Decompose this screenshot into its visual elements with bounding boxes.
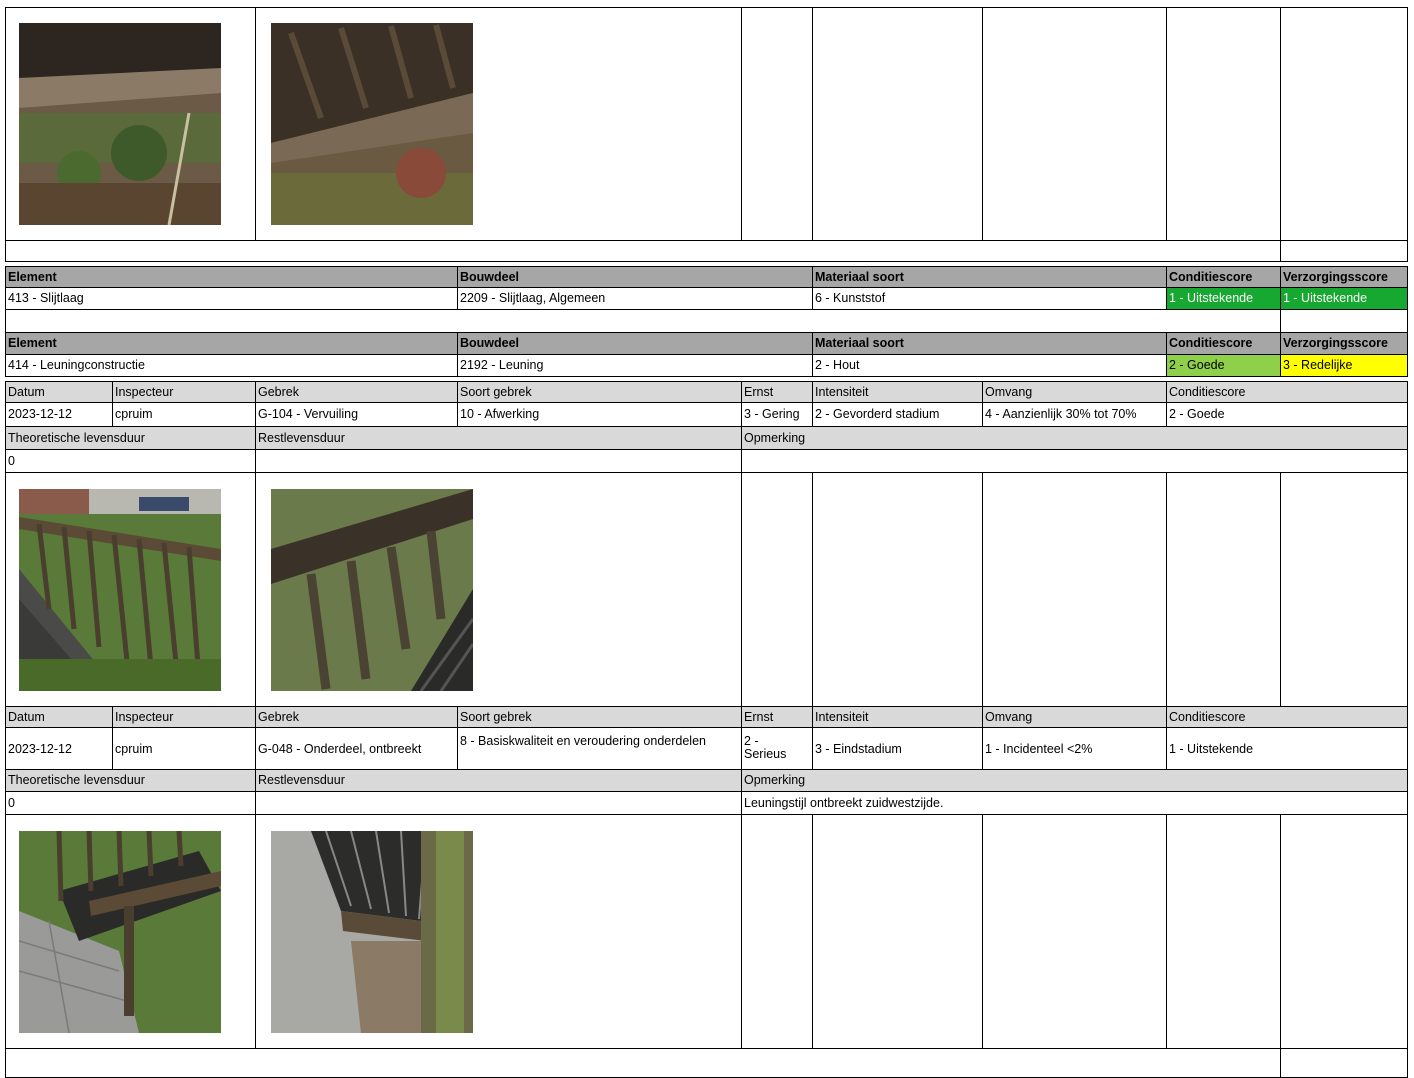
soort-gebrek-header: Soort gebrek bbox=[457, 706, 742, 728]
bridge-underside-photo bbox=[19, 23, 221, 225]
spacer-row bbox=[1280, 1048, 1408, 1078]
opmerking-value: Leuningstijl ontbreekt zuidwestzijde. bbox=[741, 791, 1408, 815]
blank-cell bbox=[1280, 472, 1408, 707]
spacer-row bbox=[1280, 240, 1408, 262]
conditiescore-header: Conditiescore bbox=[1166, 332, 1281, 355]
intensiteit-value: 2 - Gevorderd stadium bbox=[812, 402, 983, 427]
verzorgingsscore-badge: 3 - Redelijke bbox=[1280, 354, 1408, 377]
conditiescore-badge: 2 - Goede bbox=[1166, 354, 1281, 377]
restlevensduur-value bbox=[255, 449, 742, 473]
conditiescore-header: Conditiescore bbox=[1166, 266, 1281, 288]
blank-cell bbox=[812, 814, 983, 1049]
blank-cell bbox=[1166, 814, 1281, 1049]
gebrek-value: G-104 - Vervuiling bbox=[255, 402, 458, 427]
levensduur-value: 0 bbox=[5, 791, 256, 815]
restlevensduur-header: Restlevensduur bbox=[255, 769, 742, 792]
bouwdeel-value: 2209 - Slijtlaag, Algemeen bbox=[457, 287, 813, 310]
materiaal-value: 2 - Hout bbox=[812, 354, 1167, 377]
datum-value: 2023-12-12 bbox=[5, 727, 113, 770]
conditiescore-value: 2 - Goede bbox=[1166, 402, 1408, 427]
blank-cell bbox=[812, 472, 983, 707]
blank-cell bbox=[741, 814, 813, 1049]
deck-edge-photo bbox=[271, 831, 473, 1033]
ernst-header: Ernst bbox=[741, 706, 813, 728]
blank-cell bbox=[982, 472, 1167, 707]
blank-cell bbox=[741, 472, 813, 707]
intensiteit-value: 3 - Eindstadium bbox=[812, 727, 983, 770]
omvang-value: 4 - Aanzienlijk 30% tot 70% bbox=[982, 402, 1167, 427]
blank-cell bbox=[982, 7, 1167, 241]
bridge-beams-photo bbox=[271, 23, 473, 225]
omvang-header: Omvang bbox=[982, 706, 1167, 728]
spacer-row bbox=[5, 1048, 1281, 1078]
inspecteur-header: Inspecteur bbox=[112, 381, 256, 403]
inspecteur-header: Inspecteur bbox=[112, 706, 256, 728]
gebrek-header: Gebrek bbox=[255, 381, 458, 403]
bouwdeel-header: Bouwdeel bbox=[457, 266, 813, 288]
gebrek-header: Gebrek bbox=[255, 706, 458, 728]
datum-value: 2023-12-12 bbox=[5, 402, 113, 427]
conditiescore-header: Conditiescore bbox=[1166, 706, 1408, 728]
intensiteit-header: Intensiteit bbox=[812, 706, 983, 728]
element-value: 413 - Slijtlaag bbox=[5, 287, 458, 310]
soort-gebrek-value: 8 - Basiskwaliteit en veroudering onderd… bbox=[457, 727, 742, 770]
element-value: 414 - Leuningconstructie bbox=[5, 354, 458, 377]
ernst-header: Ernst bbox=[741, 381, 813, 403]
blank-cell bbox=[812, 7, 983, 241]
railing-closeup-photo bbox=[271, 489, 473, 691]
soort-gebrek-value: 10 - Afwerking bbox=[457, 402, 742, 427]
verzorgingsscore-header: Verzorgingsscore bbox=[1280, 332, 1408, 355]
element-header: Element bbox=[5, 266, 458, 288]
spacer-row bbox=[5, 240, 1281, 262]
datum-header: Datum bbox=[5, 381, 113, 403]
bouwdeel-header: Bouwdeel bbox=[457, 332, 813, 355]
wooden-railing-photo bbox=[19, 489, 221, 691]
opmerking-header: Opmerking bbox=[741, 769, 1408, 792]
verzorgingsscore-badge: 1 - Uitstekende bbox=[1280, 287, 1408, 310]
materiaal-header: Materiaal soort bbox=[812, 332, 1167, 355]
restlevensduur-value bbox=[255, 791, 742, 815]
soort-gebrek-header: Soort gebrek bbox=[457, 381, 742, 403]
verzorgingsscore-header: Verzorgingsscore bbox=[1280, 266, 1408, 288]
spacer-row bbox=[5, 309, 1281, 333]
inspecteur-value: cpruim bbox=[112, 727, 256, 770]
restlevensduur-header: Restlevensduur bbox=[255, 426, 742, 450]
blank-cell bbox=[741, 7, 813, 241]
materiaal-header: Materiaal soort bbox=[812, 266, 1167, 288]
materiaal-value: 6 - Kunststof bbox=[812, 287, 1167, 310]
ernst-value: 3 - Gering bbox=[741, 402, 813, 427]
opmerking-value bbox=[741, 449, 1408, 473]
omvang-header: Omvang bbox=[982, 381, 1167, 403]
conditiescore-header: Conditiescore bbox=[1166, 381, 1408, 403]
element-header: Element bbox=[5, 332, 458, 355]
datum-header: Datum bbox=[5, 706, 113, 728]
blank-cell bbox=[1166, 472, 1281, 707]
blank-cell bbox=[1280, 814, 1408, 1049]
gebrek-value: G-048 - Onderdeel, ontbreekt bbox=[255, 727, 458, 770]
ernst-value: 2 - Serieus bbox=[741, 727, 813, 770]
intensiteit-header: Intensiteit bbox=[812, 381, 983, 403]
railing-ground-photo bbox=[19, 831, 221, 1033]
spacer-row bbox=[1280, 309, 1408, 333]
blank-cell bbox=[1280, 7, 1408, 241]
blank-cell bbox=[1166, 7, 1281, 241]
levensduur-header: Theoretische levensduur bbox=[5, 769, 256, 792]
conditiescore-value: 1 - Uitstekende bbox=[1166, 727, 1408, 770]
blank-cell bbox=[982, 814, 1167, 1049]
bouwdeel-value: 2192 - Leuning bbox=[457, 354, 813, 377]
inspecteur-value: cpruim bbox=[112, 402, 256, 427]
levensduur-value: 0 bbox=[5, 449, 256, 473]
omvang-value: 1 - Incidenteel <2% bbox=[982, 727, 1167, 770]
opmerking-header: Opmerking bbox=[741, 426, 1408, 450]
conditiescore-badge: 1 - Uitstekende bbox=[1166, 287, 1281, 310]
levensduur-header: Theoretische levensduur bbox=[5, 426, 256, 450]
